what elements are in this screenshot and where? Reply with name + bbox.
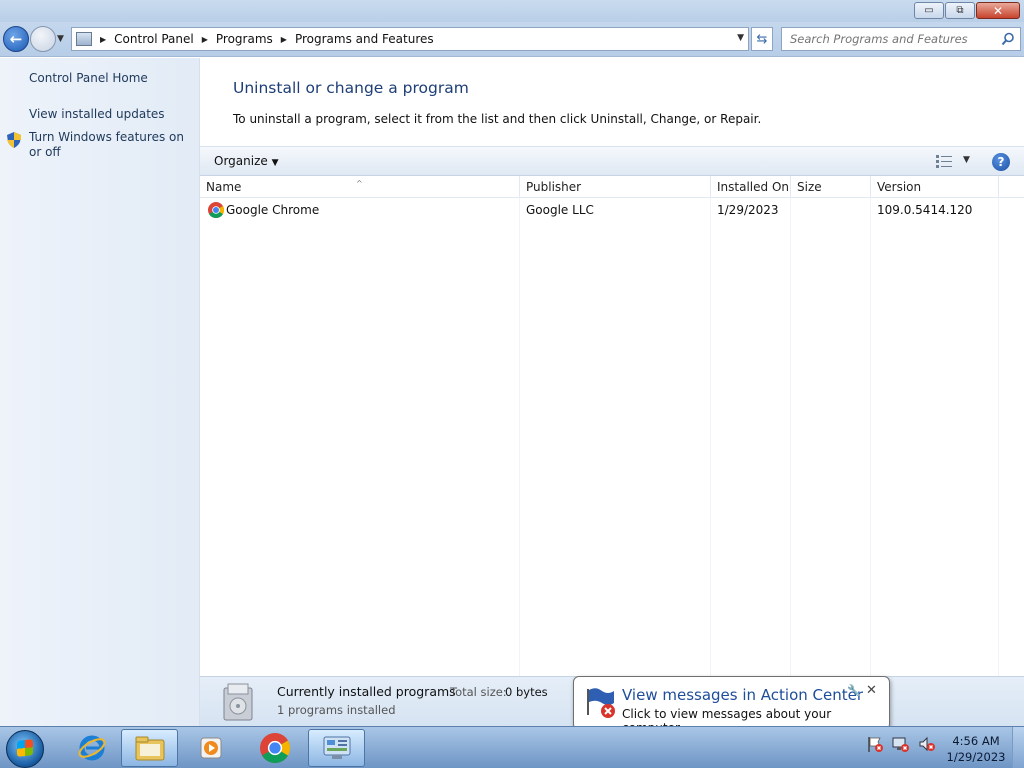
start-button[interactable] [6, 730, 44, 768]
column-name-label: Name [206, 180, 242, 194]
installer-box-icon [223, 683, 253, 721]
organize-label: Organize [214, 154, 268, 168]
program-name: Google Chrome [226, 203, 320, 217]
clock-date: 1/29/2023 [946, 750, 1006, 764]
view-installed-updates-link[interactable]: View installed updates [29, 107, 194, 122]
search-box[interactable] [781, 27, 1021, 51]
view-options-dropdown[interactable]: ▼ [963, 155, 970, 165]
sort-ascending-icon: ^ [356, 179, 363, 188]
arrow-left-icon: ← [9, 30, 23, 48]
chrome-icon [259, 733, 290, 763]
minimize-icon: ▭ [924, 5, 934, 16]
table-row[interactable]: Google Chrome Google LLC 1/29/2023 109.0… [200, 201, 1024, 221]
total-size-value: 0 bytes [505, 685, 548, 699]
column-divider [790, 198, 791, 676]
help-icon[interactable]: ? [992, 153, 1010, 171]
column-header-row: Name ^ Publisher Installed On Size Versi… [200, 176, 1024, 198]
breadcrumb-control-panel[interactable]: Control Panel [114, 32, 194, 46]
taskbar-windows-explorer[interactable] [121, 729, 178, 767]
maximize-icon: ⧉ [956, 5, 964, 16]
taskbar-windows-media-player[interactable] [183, 729, 240, 767]
system-clock[interactable]: 4:56 AM 1/29/2023 [940, 733, 1012, 765]
notification-title[interactable]: View messages in Action Center [622, 686, 863, 704]
refresh-button[interactable]: ⇆ [751, 27, 773, 51]
breadcrumb-programs-and-features[interactable]: Programs and Features [295, 32, 434, 46]
breadcrumb-programs[interactable]: Programs [216, 32, 273, 46]
wrench-icon[interactable]: 🔧 [847, 684, 861, 697]
program-publisher: Google LLC [526, 203, 594, 217]
close-button[interactable]: ✕ [976, 2, 1020, 19]
media-player-icon [200, 737, 221, 759]
program-version: 109.0.5414.120 [877, 203, 973, 217]
search-icon[interactable] [1001, 32, 1015, 46]
column-divider [998, 198, 999, 676]
page-description: To uninstall a program, select it from t… [233, 112, 762, 126]
control-panel-home-link[interactable]: Control Panel Home [29, 71, 194, 86]
show-desktop-button[interactable] [1012, 727, 1024, 768]
address-history-dropdown[interactable]: ▼ [737, 33, 744, 43]
chevron-right-icon[interactable]: ▶ [281, 35, 287, 44]
action-center-flag-icon [587, 688, 615, 718]
details-title: Currently installed programs [277, 684, 456, 699]
taskbar-control-panel[interactable] [308, 729, 365, 767]
clock-time: 4:56 AM [952, 734, 1000, 748]
refresh-icon: ⇆ [756, 31, 768, 47]
back-button[interactable]: ← [3, 26, 29, 52]
column-header-version[interactable]: Version [871, 176, 999, 198]
column-divider [519, 198, 520, 676]
forward-button[interactable] [30, 26, 56, 52]
column-header-installed-on[interactable]: Installed On [711, 176, 791, 198]
notification-close-button[interactable]: ✕ [866, 683, 877, 698]
turn-windows-features-link[interactable]: Turn Windows features on or off [29, 130, 194, 160]
control-panel-icon [76, 32, 92, 46]
view-details-icon[interactable] [936, 155, 952, 168]
notification-area [866, 735, 936, 753]
action-center-notification[interactable]: View messages in Action Center Click to … [573, 676, 890, 744]
chevron-right-icon[interactable]: ▶ [100, 35, 106, 44]
control-panel-icon [323, 736, 350, 759]
column-divider [870, 198, 871, 676]
column-divider [710, 198, 711, 676]
taskbar: 4:56 AM 1/29/2023 [0, 726, 1024, 768]
column-header-publisher[interactable]: Publisher [520, 176, 711, 198]
programs-count: 1 programs installed [277, 703, 396, 717]
maximize-button[interactable]: ⧉ [945, 2, 975, 19]
action-center-tray-icon[interactable] [866, 735, 884, 753]
organize-menu-button[interactable]: Organize ▼ [214, 154, 279, 168]
programs-list-panel: Uninstall or change a program To uninsta… [200, 58, 1024, 676]
program-installed-on: 1/29/2023 [717, 203, 779, 217]
chevron-right-icon[interactable]: ▶ [202, 35, 208, 44]
window-controls: ▭ ⧉ ✕ [914, 2, 1020, 19]
taskbar-google-chrome[interactable] [246, 729, 303, 767]
tasks-pane: Control Panel Home View installed update… [0, 58, 200, 726]
chrome-icon [208, 202, 224, 218]
search-input[interactable] [790, 32, 990, 46]
shield-icon [7, 132, 21, 148]
recent-pages-dropdown[interactable]: ▼ [57, 34, 64, 44]
window-title-bar[interactable]: ▭ ⧉ ✕ [0, 0, 1024, 22]
address-bar[interactable]: ▶ Control Panel ▶ Programs ▶ Programs an… [71, 27, 749, 51]
chevron-down-icon: ▼ [57, 34, 64, 44]
volume-muted-tray-icon[interactable] [918, 735, 936, 753]
page-title: Uninstall or change a program [233, 79, 469, 97]
folder-icon [135, 736, 164, 761]
minimize-button[interactable]: ▭ [914, 2, 944, 19]
network-tray-icon[interactable] [892, 735, 910, 753]
chevron-down-icon: ▼ [271, 158, 279, 168]
taskbar-internet-explorer[interactable] [63, 729, 120, 767]
navigation-bar: ← ▼ ▶ Control Panel ▶ Programs ▶ Program… [0, 22, 1024, 57]
internet-explorer-icon [78, 735, 105, 761]
column-header-name[interactable]: Name ^ [200, 176, 520, 198]
close-icon: ✕ [992, 3, 1004, 18]
column-header-size[interactable]: Size [791, 176, 871, 198]
total-size-label: Total size: [450, 685, 507, 699]
command-bar: Organize ▼ ▼ ? [200, 146, 1024, 176]
